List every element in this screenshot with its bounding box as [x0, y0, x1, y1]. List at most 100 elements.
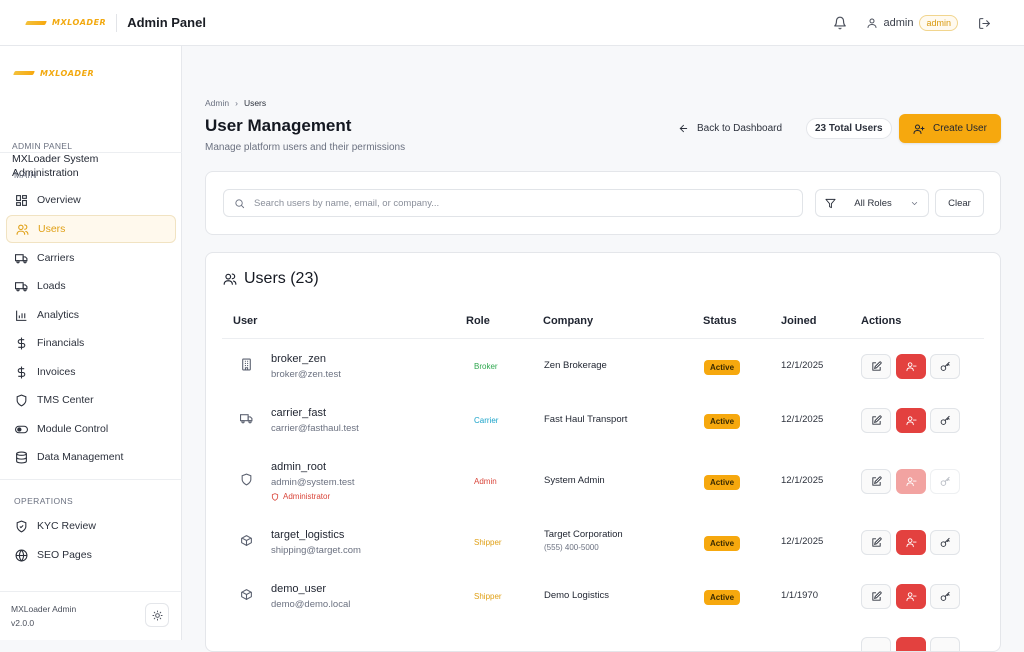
chevron-down-icon — [911, 201, 918, 205]
joined-date: 12/1/2025 — [781, 475, 824, 486]
filter-icon — [825, 198, 836, 208]
search-input[interactable] — [254, 197, 774, 209]
key-icon — [940, 537, 950, 547]
table-row: demo_user demo@demo.local Shipper Demo L… — [222, 569, 984, 623]
sidebar-item-label: Carriers — [37, 252, 75, 264]
divider — [116, 13, 118, 32]
edit-user-button[interactable] — [861, 530, 891, 555]
administrator-label: Administrator — [283, 492, 331, 501]
shield-check-icon — [16, 520, 27, 533]
reset-password-button[interactable] — [930, 530, 960, 555]
remove-user-button[interactable] — [896, 354, 926, 379]
dollar-icon — [17, 366, 26, 378]
role-tag: Shipper — [474, 592, 502, 601]
user-email: carrier@fasthaul.test — [271, 423, 359, 434]
key-icon — [940, 476, 950, 486]
remove-user-button[interactable] — [896, 584, 926, 609]
sidebar-item-seo-pages[interactable]: SEO Pages — [6, 541, 176, 569]
edit-user-button[interactable] — [861, 354, 891, 379]
edit-user-button[interactable] — [861, 469, 891, 494]
reset-password-button[interactable] — [930, 354, 960, 379]
package-icon — [240, 588, 253, 604]
search-box[interactable] — [223, 189, 803, 217]
edit-icon — [871, 591, 882, 601]
clear-filters-button[interactable]: Clear — [935, 189, 984, 217]
company-name: Zen Brokerage — [544, 360, 607, 371]
sidebar-item-module-control[interactable]: Module Control — [6, 415, 176, 443]
main-content: Admin › Users User Management Manage pla… — [182, 46, 1024, 652]
status-badge: Active — [704, 475, 741, 490]
remove-user-button[interactable] — [896, 637, 926, 651]
role-filter-select[interactable]: All Roles — [815, 189, 929, 217]
back-to-dashboard-button[interactable]: Back to Dashboard — [674, 116, 786, 141]
table-header: User Role Company Status Joined Actions — [222, 313, 984, 339]
dollar-icon — [17, 337, 26, 349]
sidebar-item-financials[interactable]: Financials — [6, 329, 176, 357]
theme-toggle-button[interactable] — [145, 603, 169, 627]
users-icon — [16, 223, 29, 235]
joined-date: 12/1/2025 — [781, 414, 824, 425]
user-menu[interactable]: admin admin — [866, 15, 958, 31]
notifications-button[interactable] — [828, 11, 852, 35]
user-name: admin — [883, 17, 914, 29]
shield-icon — [271, 492, 279, 501]
key-icon — [940, 415, 950, 425]
total-users-badge: 23 Total Users — [806, 118, 892, 139]
status-badge: Active — [704, 590, 741, 605]
page-subtitle: Manage platform users and their permissi… — [205, 142, 406, 153]
user-plus-icon — [913, 124, 925, 134]
sidebar-item-label: Overview — [37, 194, 81, 206]
sidebar-item-data-management[interactable]: Data Management — [6, 443, 176, 471]
remove-user-button[interactable] — [896, 408, 926, 433]
user-email: broker@zen.test — [271, 369, 341, 380]
edit-user-button[interactable] — [861, 584, 891, 609]
app-logo[interactable]: MXLOADER — [26, 18, 106, 28]
sidebar-item-kyc-review[interactable]: KYC Review — [6, 512, 176, 540]
reset-password-button[interactable] — [930, 637, 960, 651]
sidebar-item-tms-center[interactable]: TMS Center — [6, 386, 176, 414]
back-label: Back to Dashboard — [697, 123, 783, 134]
edit-icon — [871, 361, 882, 371]
column-header-company: Company — [543, 315, 594, 327]
reset-password-button[interactable] — [930, 408, 960, 433]
sidebar-item-label: Analytics — [37, 309, 80, 321]
table-row — [222, 623, 984, 651]
sidebar-item-label: Invoices — [37, 366, 76, 378]
joined-date: 12/1/2025 — [781, 360, 824, 371]
sidebar-item-loads[interactable]: Loads — [6, 272, 176, 300]
building-icon — [240, 358, 253, 374]
user-icon — [867, 18, 877, 28]
breadcrumb-item[interactable]: Admin — [205, 98, 229, 108]
user-email: demo@demo.local — [271, 599, 351, 610]
status-badge: Active — [704, 414, 741, 429]
company-name: Fast Haul Transport — [544, 414, 628, 425]
user-name: carrier_fast — [271, 407, 327, 419]
edit-icon — [871, 476, 882, 486]
joined-date: 1/1/1970 — [781, 590, 818, 601]
status-badge: Active — [704, 360, 741, 375]
divider — [0, 152, 182, 153]
create-user-button[interactable]: Create User — [899, 114, 1001, 143]
status-badge: Active — [704, 536, 741, 551]
logout-button[interactable] — [972, 11, 996, 35]
edit-user-button[interactable] — [861, 637, 891, 651]
company-phone: (555) 400-5000 — [544, 543, 599, 552]
key-icon — [940, 591, 950, 601]
sidebar-logo[interactable]: MXLOADER — [14, 68, 94, 78]
sidebar-item-carriers[interactable]: Carriers — [6, 244, 176, 272]
user-name: admin_root — [271, 461, 327, 473]
table-title: Users (23) — [223, 270, 319, 288]
sidebar-item-label: TMS Center — [37, 394, 94, 406]
sidebar-item-analytics[interactable]: Analytics — [6, 301, 176, 329]
user-minus-icon — [905, 477, 917, 487]
sidebar-item-users[interactable]: Users — [6, 215, 176, 243]
sidebar-item-invoices[interactable]: Invoices — [6, 358, 176, 386]
edit-user-button[interactable] — [861, 408, 891, 433]
sidebar-item-label: Loads — [37, 280, 66, 292]
administrator-tag: Administrator — [271, 492, 330, 501]
reset-password-button[interactable] — [930, 584, 960, 609]
table-row: broker_zen broker@zen.test Broker Zen Br… — [222, 339, 984, 393]
sidebar-item-overview[interactable]: Overview — [6, 186, 176, 214]
remove-user-button[interactable] — [896, 530, 926, 555]
column-header-user: User — [233, 315, 258, 327]
